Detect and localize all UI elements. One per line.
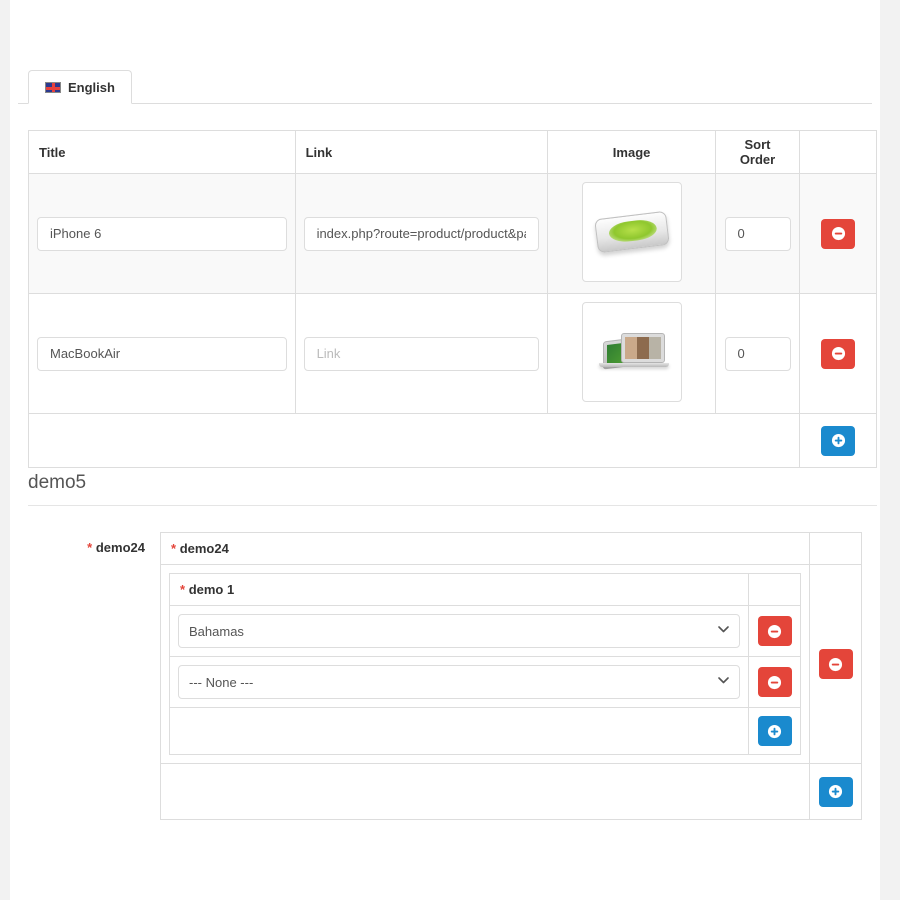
- inner-column-header-actions: [749, 574, 801, 606]
- cell-title: [29, 174, 296, 294]
- section-title-demo5: demo5: [28, 472, 86, 494]
- banner-table-header-row: Title Link Image Sort Order: [29, 131, 877, 174]
- table-row: [29, 294, 877, 414]
- remove-demo1-row-button-2[interactable]: [758, 667, 792, 697]
- minus-circle-icon: [767, 675, 782, 690]
- cell-select: --- None ---: [170, 657, 749, 708]
- demo1-inner-table: * demo 1: [169, 573, 801, 755]
- cell-outer-add-action: [810, 764, 862, 820]
- remove-demo24-row-button[interactable]: [819, 649, 853, 679]
- demo24-form-row: * demo24 * demo24: [28, 532, 877, 820]
- minus-circle-icon: [828, 657, 843, 672]
- inner-table-row: Bahamas: [170, 606, 801, 657]
- add-banner-row-button[interactable]: [821, 426, 855, 456]
- demo24-field-label: * demo24: [28, 532, 160, 555]
- cell-actions: [800, 174, 877, 294]
- outer-table-footer-row: [161, 764, 862, 820]
- minus-circle-icon: [767, 624, 782, 639]
- page-right-gutter: [880, 0, 900, 900]
- table-row: [29, 174, 877, 294]
- inner-column-header-text: demo 1: [189, 582, 235, 597]
- select-wrapper-2: --- None ---: [178, 665, 740, 699]
- cell-sort-order: [716, 174, 800, 294]
- inner-table-header-row: * demo 1: [170, 574, 801, 606]
- minus-circle-icon: [831, 226, 846, 241]
- cell-outer-actions: [810, 565, 862, 764]
- outer-table-row: * demo 1: [161, 565, 862, 764]
- demo1-select-2[interactable]: --- None ---: [178, 665, 740, 699]
- plus-circle-icon: [828, 784, 843, 799]
- outer-table-header-row: * demo24: [161, 533, 862, 565]
- add-demo1-row-button[interactable]: [758, 716, 792, 746]
- macbook-base-shape: [599, 363, 669, 367]
- minus-circle-icon: [831, 346, 846, 361]
- tab-english-label: English: [68, 80, 115, 95]
- inner-table-row: --- None ---: [170, 657, 801, 708]
- iphone-thumbnail[interactable]: [582, 182, 682, 282]
- inner-table-footer-row: [170, 708, 801, 755]
- outer-footer-spacer: [161, 764, 810, 820]
- outer-column-header-text: demo24: [180, 541, 229, 556]
- cell-add-action: [749, 708, 801, 755]
- plus-circle-icon: [831, 433, 846, 448]
- macbook-front-shape: [621, 333, 665, 363]
- required-asterisk: *: [180, 582, 185, 597]
- outer-column-header-actions: [810, 533, 862, 565]
- uk-flag-icon: [45, 82, 61, 93]
- column-header-link: Link: [295, 131, 548, 174]
- macbook-thumbnail[interactable]: [582, 302, 682, 402]
- cell-nested-table: * demo 1: [161, 565, 810, 764]
- plus-circle-icon: [767, 724, 782, 739]
- cell-actions: [749, 606, 801, 657]
- inner-column-header-demo1: * demo 1: [170, 574, 749, 606]
- language-tab-bar: English: [18, 70, 872, 104]
- section-divider: [28, 505, 877, 506]
- banner-link-input-2[interactable]: [304, 337, 540, 371]
- demo24-outer-table: * demo24 *: [160, 532, 862, 820]
- banner-title-input-2[interactable]: [37, 337, 287, 371]
- cell-actions: [749, 657, 801, 708]
- banner-table: Title Link Image Sort Order: [28, 130, 877, 468]
- select-wrapper-1: Bahamas: [178, 614, 740, 648]
- demo24-field-label-text: demo24: [96, 540, 145, 555]
- banner-link-input-1[interactable]: [304, 217, 540, 251]
- remove-banner-row-button-2[interactable]: [821, 339, 855, 369]
- column-header-title: Title: [29, 131, 296, 174]
- outer-column-header-demo24: * demo24: [161, 533, 810, 565]
- column-header-actions: [800, 131, 877, 174]
- column-header-sort-order: Sort Order: [716, 131, 800, 174]
- cell-image: [548, 174, 716, 294]
- remove-banner-row-button-1[interactable]: [821, 219, 855, 249]
- banner-table-footer-row: [29, 414, 877, 468]
- footer-spacer: [29, 414, 800, 468]
- page-content: English Title Link Image Sort Order: [10, 0, 880, 900]
- cell-title: [29, 294, 296, 414]
- cell-add-action: [800, 414, 877, 468]
- remove-demo1-row-button-1[interactable]: [758, 616, 792, 646]
- banner-title-input-1[interactable]: [37, 217, 287, 251]
- tab-english[interactable]: English: [28, 70, 132, 104]
- demo1-select-1[interactable]: Bahamas: [178, 614, 740, 648]
- cell-link: [295, 174, 548, 294]
- iphone-device-shape: [594, 211, 670, 254]
- column-header-image: Image: [548, 131, 716, 174]
- required-asterisk: *: [171, 541, 176, 556]
- cell-link: [295, 294, 548, 414]
- cell-actions: [800, 294, 877, 414]
- inner-footer-spacer: [170, 708, 749, 755]
- banner-sort-input-1[interactable]: [725, 217, 791, 251]
- required-asterisk: *: [87, 540, 92, 555]
- cell-image: [548, 294, 716, 414]
- banner-sort-input-2[interactable]: [725, 337, 791, 371]
- cell-sort-order: [716, 294, 800, 414]
- cell-select: Bahamas: [170, 606, 749, 657]
- add-demo24-row-button[interactable]: [819, 777, 853, 807]
